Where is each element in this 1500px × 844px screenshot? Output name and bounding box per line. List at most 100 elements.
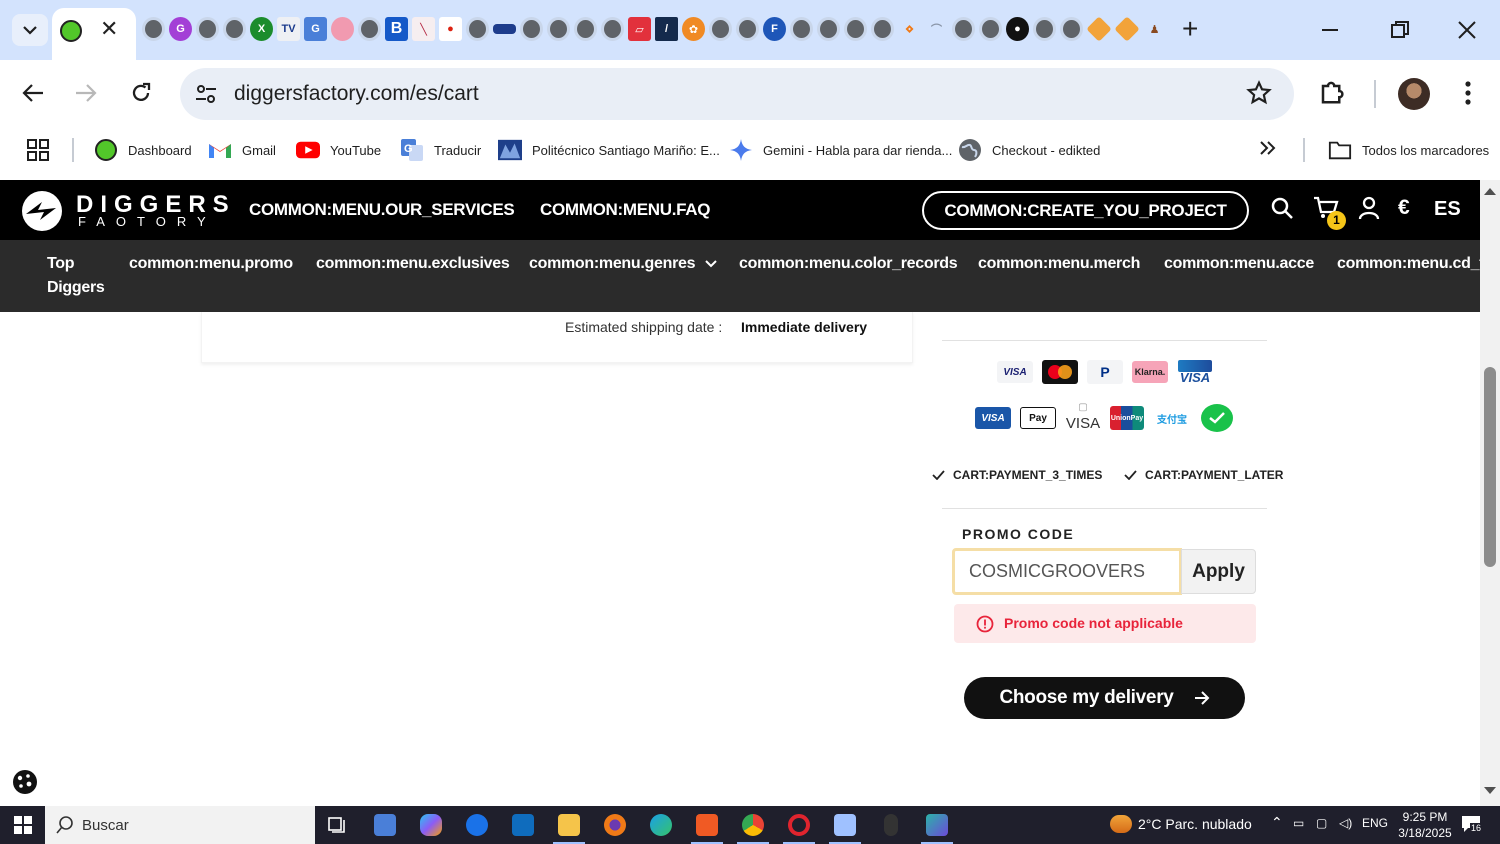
notification-center-button[interactable]: 16 <box>1460 814 1483 839</box>
minimize-button[interactable] <box>1310 14 1350 46</box>
nav-our-services[interactable]: COMMON:MENU.OUR_SERVICES <box>249 200 515 220</box>
tab-globe-icon[interactable] <box>466 17 489 41</box>
tab-globe-icon[interactable] <box>223 17 246 41</box>
promo-code-input[interactable] <box>952 548 1182 595</box>
tab-globe-icon[interactable] <box>196 17 219 41</box>
scroll-down-arrow-icon[interactable] <box>1483 786 1497 796</box>
tab-blue-icon[interactable] <box>493 24 516 34</box>
tab-red-icon[interactable]: ▱ <box>628 17 651 41</box>
taskbar-search-box[interactable]: Buscar <box>45 806 315 844</box>
choose-delivery-button[interactable]: Choose my delivery <box>964 677 1245 719</box>
bookmark-youtube[interactable]: YouTube <box>296 138 381 162</box>
tab-globe-icon[interactable] <box>574 17 597 41</box>
category-promo[interactable]: common:menu.promo <box>129 255 293 273</box>
category-exclusives[interactable]: common:menu.exclusives <box>316 255 510 273</box>
restore-button[interactable] <box>1380 14 1420 46</box>
taskbar-app-calculator[interactable] <box>365 810 405 840</box>
more-vert-icon[interactable] <box>1460 80 1476 106</box>
tray-chevron-up-icon[interactable]: ⌃ <box>1271 814 1283 831</box>
tab-translate-icon[interactable]: G <box>304 17 327 41</box>
taskbar-app-bluetooth[interactable] <box>457 810 497 840</box>
taskbar-app-brave[interactable] <box>687 810 727 844</box>
tab-globe-icon[interactable] <box>817 17 840 41</box>
language-selector[interactable]: ES <box>1434 198 1461 221</box>
tab-globe-icon[interactable] <box>547 17 570 41</box>
tab-globe-icon[interactable] <box>1033 17 1056 41</box>
tab-globe-icon[interactable] <box>1060 17 1083 41</box>
apps-button[interactable] <box>26 138 50 162</box>
currency-selector[interactable]: € <box>1398 196 1410 220</box>
all-bookmarks-folder[interactable]: Todos los marcadores <box>1328 138 1489 162</box>
tab-globe-icon[interactable] <box>952 17 975 41</box>
url-text[interactable]: diggersfactory.com/es/cart <box>234 82 479 106</box>
tab-pink-icon[interactable] <box>331 17 354 41</box>
taskbar-app-edge[interactable] <box>641 810 681 840</box>
extensions-icon[interactable] <box>1318 76 1348 106</box>
bookmark-gemini[interactable]: Gemini - Habla para dar rienda... <box>729 138 952 162</box>
taskbar-app-photos[interactable] <box>825 810 865 844</box>
tab-xbox-icon[interactable]: X <box>250 17 273 41</box>
scroll-up-arrow-icon[interactable] <box>1483 186 1497 196</box>
taskbar-app-mouse[interactable] <box>871 810 911 840</box>
tab-grammarly-icon[interactable]: G <box>169 17 192 41</box>
taskbar-app-copilot[interactable] <box>411 810 451 840</box>
volume-icon[interactable]: ◁) <box>1339 816 1352 830</box>
scrollbar-thumb[interactable] <box>1484 367 1496 567</box>
tab-globe-icon[interactable] <box>790 17 813 41</box>
tab-globe-icon[interactable] <box>142 17 165 41</box>
diggers-logo[interactable]: DIGGERS FAOTORY <box>20 190 229 232</box>
category-cd[interactable]: common:menu.cd_t <box>1337 255 1480 273</box>
tab-globe-icon[interactable] <box>736 17 759 41</box>
nav-faq[interactable]: COMMON:MENU.FAQ <box>540 200 711 220</box>
bookmark-gmail[interactable]: Gmail <box>208 138 276 162</box>
reload-button[interactable] <box>126 78 156 108</box>
tab-globe-icon[interactable] <box>601 17 624 41</box>
bookmark-star-icon[interactable] <box>1246 80 1272 106</box>
tab-pen-icon[interactable]: ╲ <box>412 17 435 41</box>
tab-diamond-icon[interactable] <box>1114 16 1140 42</box>
taskbar-app-chrome[interactable] <box>733 810 773 844</box>
page-scrollbar[interactable] <box>1480 180 1500 806</box>
tab-diamond-icon[interactable] <box>1086 16 1112 42</box>
tab-fintiso-icon[interactable]: F <box>763 17 786 41</box>
task-view-button[interactable] <box>317 810 357 840</box>
start-button[interactable] <box>0 806 45 844</box>
tab-search-button[interactable] <box>12 14 48 46</box>
tab-globe-icon[interactable] <box>709 17 732 41</box>
more-bookmarks-button[interactable] <box>1258 138 1278 158</box>
tab-dark-icon[interactable]: ● <box>1006 17 1029 41</box>
cookie-settings-button[interactable] <box>10 767 40 797</box>
system-clock[interactable]: 9:25 PM 3/18/2025 <box>1390 809 1460 841</box>
taskbar-app-outlook[interactable] <box>503 810 543 840</box>
tab-orange-icon[interactable]: ✿ <box>682 17 705 41</box>
tab-booking-icon[interactable]: B <box>385 17 408 41</box>
search-icon[interactable] <box>1270 196 1294 220</box>
tab-nodes-icon[interactable]: ⋄ <box>898 17 921 41</box>
new-tab-button[interactable]: + <box>1182 14 1198 44</box>
taskbar-app-firefox[interactable] <box>595 810 635 840</box>
forward-button[interactable] <box>71 78 101 108</box>
close-window-button[interactable] <box>1447 14 1487 46</box>
network-icon[interactable]: ▢ <box>1316 816 1327 830</box>
back-button[interactable] <box>18 78 48 108</box>
tab-news-icon[interactable]: TV <box>277 17 300 41</box>
tab-flag-icon[interactable]: ● <box>439 17 462 41</box>
apply-promo-button[interactable]: Apply <box>1181 549 1256 594</box>
bookmark-politecnico[interactable]: Politécnico Santiago Mariño: E... <box>498 138 720 162</box>
category-color-records[interactable]: common:menu.color_records <box>739 255 958 273</box>
tab-globe-icon[interactable] <box>358 17 381 41</box>
weather-widget[interactable]: 2°C Parc. nublado <box>1110 815 1252 833</box>
tab-globe-icon[interactable] <box>844 17 867 41</box>
category-genres[interactable]: common:menu.genres <box>529 255 718 273</box>
tab-figure-icon[interactable]: ♟ <box>1143 17 1166 41</box>
input-language[interactable]: ENG <box>1362 816 1388 830</box>
tab-feather-icon[interactable]: / <box>655 17 678 41</box>
bookmark-traducir[interactable]: G Traducir <box>400 138 481 162</box>
category-merch[interactable]: common:menu.merch <box>978 255 1140 273</box>
tab-globe-icon[interactable] <box>520 17 543 41</box>
profile-avatar[interactable] <box>1398 78 1430 110</box>
tab-globe-icon[interactable] <box>871 17 894 41</box>
active-tab[interactable]: ✕ <box>52 8 136 60</box>
bookmark-checkout[interactable]: Checkout - edikted <box>958 138 1100 162</box>
battery-icon[interactable]: ▭ <box>1293 816 1304 830</box>
